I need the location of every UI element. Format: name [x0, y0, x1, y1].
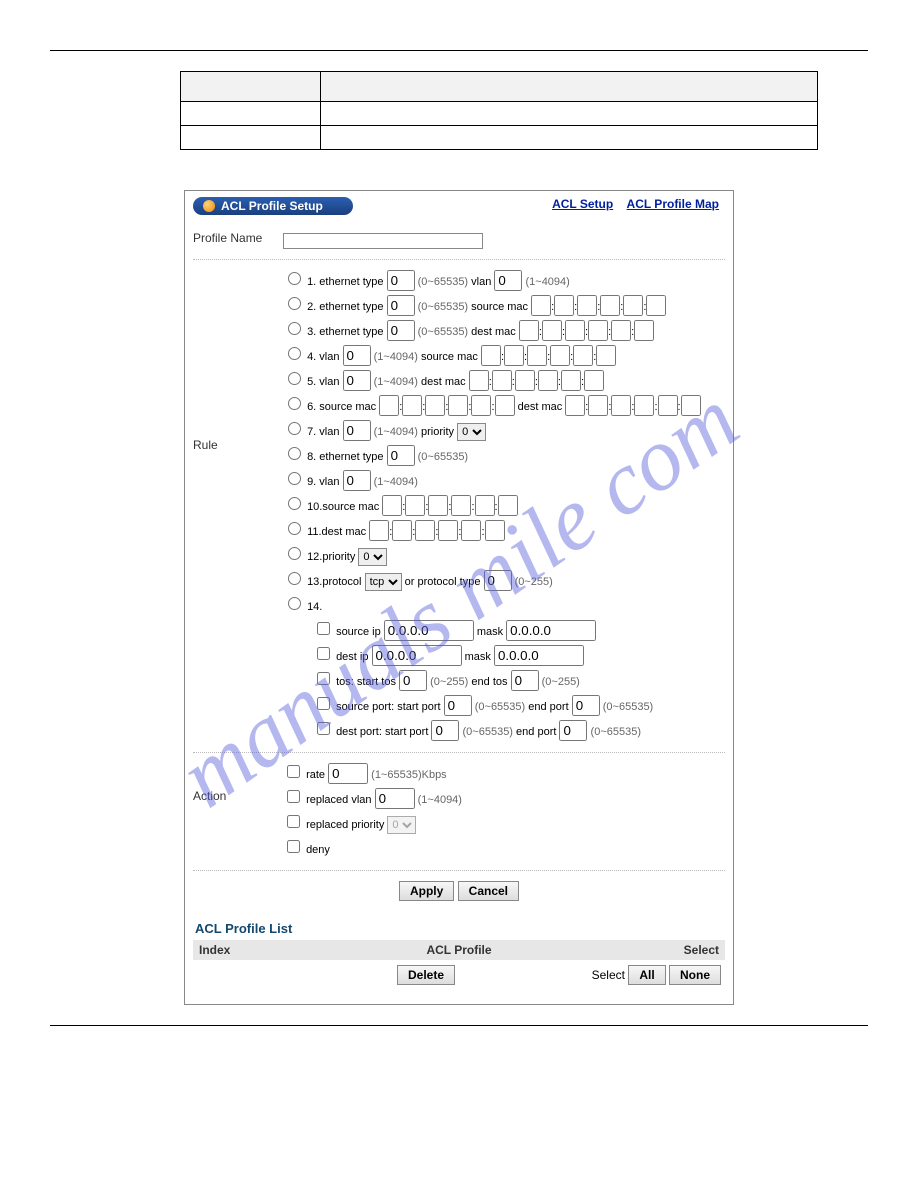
rule-14-dip-check[interactable] — [317, 647, 330, 660]
rule-13-proto-type-input[interactable] — [484, 570, 512, 591]
rule-14-tos-end-input[interactable] — [511, 670, 539, 691]
rule-14-sip-check[interactable] — [317, 622, 330, 635]
rule-11-radio[interactable] — [288, 522, 301, 535]
rule-14-sip-mask-input[interactable] — [506, 620, 596, 641]
document-page: manuals mile com ACL Profile Setup ACL S… — [0, 0, 918, 1076]
col-acl-profile: ACL Profile — [279, 943, 639, 957]
rule-5-mac: ::::: — [469, 376, 604, 388]
rule-4-radio[interactable] — [288, 347, 301, 360]
rule-9-vlan-input[interactable] — [343, 470, 371, 491]
rule-8-ethtype-input[interactable] — [387, 445, 415, 466]
rule-5-vlan-input[interactable] — [343, 370, 371, 391]
rule-13-protocol-select[interactable]: tcp — [365, 573, 402, 591]
rule-6-dstmac: ::::: — [565, 401, 700, 413]
rule-14-tos-start-input[interactable] — [399, 670, 427, 691]
rule-14-dport-check[interactable] — [317, 722, 330, 735]
col-select: Select — [639, 943, 719, 957]
rule-2-mac: ::::: — [531, 301, 666, 313]
rule-10-mac: ::::: — [382, 501, 517, 513]
rule-4-mac: ::::: — [481, 351, 616, 363]
acl-profile-map-link[interactable]: ACL Profile Map — [627, 197, 719, 211]
profile-name-label: Profile Name — [193, 229, 283, 245]
rule-3-radio[interactable] — [288, 322, 301, 335]
col-index: Index — [199, 943, 279, 957]
panel-title: ACL Profile Setup — [193, 197, 353, 215]
profile-name-input[interactable] — [283, 233, 483, 249]
rule-6-srcmac: ::::: — [379, 401, 514, 413]
rule-6-radio[interactable] — [288, 397, 301, 410]
title-dot-icon — [203, 200, 215, 212]
rule-4-vlan-input[interactable] — [343, 345, 371, 366]
rule-14-dport-end-input[interactable] — [559, 720, 587, 741]
rule-11-mac: ::::: — [369, 526, 504, 538]
action-rprio-check[interactable] — [287, 815, 300, 828]
action-deny-check[interactable] — [287, 840, 300, 853]
delete-button[interactable]: Delete — [397, 965, 455, 985]
select-label: Select — [592, 968, 625, 982]
rule-7-radio[interactable] — [288, 422, 301, 435]
rule-12-priority-select[interactable]: 0 — [358, 548, 387, 566]
rule-14-sport-start-input[interactable] — [444, 695, 472, 716]
acl-profile-list-title: ACL Profile List — [193, 911, 725, 940]
rule-9-radio[interactable] — [288, 472, 301, 485]
action-rvlan-input[interactable] — [375, 788, 415, 809]
action-label: Action — [193, 761, 283, 803]
acl-setup-link[interactable]: ACL Setup — [552, 197, 613, 211]
rule-14-sip-input[interactable] — [384, 620, 474, 641]
rule-7-vlan-input[interactable] — [343, 420, 371, 441]
action-options: rate (1~65535)Kbps replaced vlan (1~4094… — [283, 761, 725, 862]
rule-2-ethtype-input[interactable] — [387, 295, 415, 316]
rule-13-radio[interactable] — [288, 572, 301, 585]
rule-1-ethtype-input[interactable] — [387, 270, 415, 291]
select-all-button[interactable]: All — [628, 965, 665, 985]
bottom-rule — [50, 1025, 868, 1026]
rule-14-radio[interactable] — [288, 597, 301, 610]
rule-10-radio[interactable] — [288, 497, 301, 510]
action-rate-check[interactable] — [287, 765, 300, 778]
cancel-button[interactable]: Cancel — [458, 881, 519, 901]
rule-14-dport-start-input[interactable] — [431, 720, 459, 741]
rule-label: Rule — [193, 268, 283, 452]
rule-14-dip-input[interactable] — [372, 645, 462, 666]
apply-button[interactable]: Apply — [399, 881, 454, 901]
acl-profile-list-header: Index ACL Profile Select — [193, 940, 725, 960]
rule-1-vlan-input[interactable] — [494, 270, 522, 291]
top-rule — [50, 50, 868, 51]
panel-title-text: ACL Profile Setup — [221, 199, 323, 213]
rule-14-tos-check[interactable] — [317, 672, 330, 685]
rule-2-radio[interactable] — [288, 297, 301, 310]
rule-5-radio[interactable] — [288, 372, 301, 385]
rule-1-radio[interactable] — [288, 272, 301, 285]
select-none-button[interactable]: None — [669, 965, 721, 985]
list-actions-row: Delete Select All None — [193, 960, 725, 990]
top-table — [180, 71, 818, 150]
action-rprio-select[interactable]: 0 — [387, 816, 416, 834]
rule-12-radio[interactable] — [288, 547, 301, 560]
acl-profile-setup-panel: manuals mile com ACL Profile Setup ACL S… — [184, 190, 734, 1005]
rule-14-dip-mask-input[interactable] — [494, 645, 584, 666]
rule-3-ethtype-input[interactable] — [387, 320, 415, 341]
rule-8-radio[interactable] — [288, 447, 301, 460]
rule-options: 1. ethernet type (0~65535) vlan (1~4094)… — [283, 268, 725, 744]
rule-3-mac: ::::: — [519, 326, 654, 338]
top-links: ACL Setup ACL Profile Map — [552, 197, 719, 211]
action-rvlan-check[interactable] — [287, 790, 300, 803]
rule-14-sport-check[interactable] — [317, 697, 330, 710]
rule-7-priority-select[interactable]: 0 — [457, 423, 486, 441]
action-rate-input[interactable] — [328, 763, 368, 784]
rule-14-sport-end-input[interactable] — [572, 695, 600, 716]
acl-form: Profile Name Rule 1. ethernet type (0~65… — [193, 225, 725, 990]
